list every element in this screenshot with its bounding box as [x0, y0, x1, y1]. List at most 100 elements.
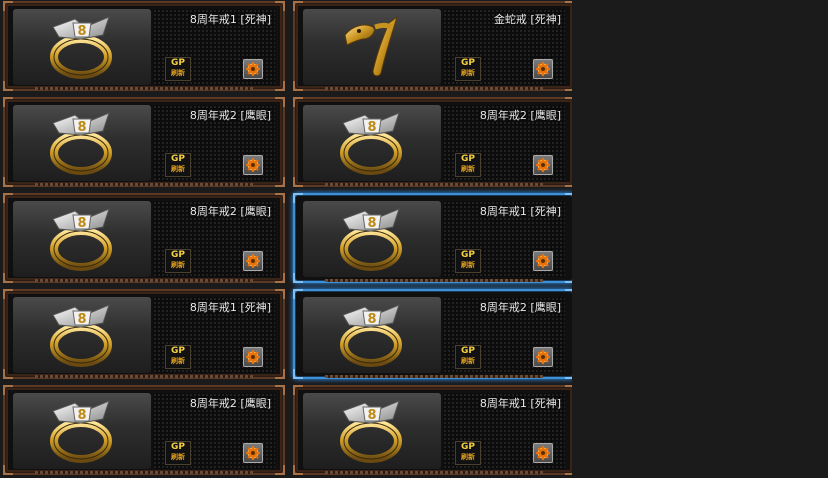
badge-top-label: GP — [171, 442, 185, 452]
item-name: 8周年戒1 [死神] — [479, 205, 561, 218]
item-icon-panel: 8 — [13, 297, 151, 373]
badge-top-label: GP — [461, 154, 475, 164]
item-icon-panel: 8 — [303, 393, 441, 469]
gp-refresh-badge[interactable]: GP 刷新 — [455, 345, 481, 369]
item-card[interactable]: 8 8周年戒2 [鹰眼] GP 刷新 — [3, 97, 285, 187]
gp-refresh-badge[interactable]: GP 刷新 — [165, 249, 191, 273]
item-name: 8周年戒2 [鹰眼] — [189, 397, 271, 410]
item-name: 8周年戒1 [死神] — [479, 397, 561, 410]
badge-bottom-label: 刷新 — [461, 261, 475, 269]
frame-corner — [293, 385, 303, 395]
frame-corner — [565, 81, 572, 91]
badge-bottom-label: 刷新 — [171, 261, 185, 269]
item-icon-panel: 8 — [13, 201, 151, 277]
item-name: 金蛇戒 [死神] — [493, 13, 561, 26]
gear-icon[interactable] — [243, 155, 263, 175]
frame-corner — [275, 273, 285, 283]
item-icon-panel: 8 — [13, 393, 151, 469]
gear-icon[interactable] — [533, 155, 553, 175]
frame-corner — [3, 273, 13, 283]
gp-refresh-badge[interactable]: GP 刷新 — [165, 57, 191, 81]
frame-corner — [293, 1, 303, 11]
frame-rail — [35, 375, 253, 378]
gear-icon[interactable] — [533, 443, 553, 463]
badge-top-label: GP — [461, 442, 475, 452]
item-grid: 8 8周年戒1 [死神] GP 刷新 金蛇戒 [死神] GP 刷新 8 8周年戒… — [0, 0, 572, 478]
badge-bottom-label: 刷新 — [461, 165, 475, 173]
badge-top-label: GP — [171, 154, 185, 164]
item-info-panel: 8周年戒2 [鹰眼] GP 刷新 — [153, 201, 275, 277]
frame-rail — [325, 471, 543, 474]
badge-top-label: GP — [461, 346, 475, 356]
item-icon-panel: 8 — [303, 201, 441, 277]
item-icon-panel: 8 — [303, 105, 441, 181]
item-card[interactable]: 8 8周年戒2 [鹰眼] GP 刷新 — [293, 97, 572, 187]
frame-corner — [293, 81, 303, 91]
gp-refresh-badge[interactable]: GP 刷新 — [165, 441, 191, 465]
gear-icon[interactable] — [533, 347, 553, 367]
frame-corner — [275, 385, 285, 395]
frame-corner — [275, 465, 285, 475]
badge-top-label: GP — [171, 250, 185, 260]
badge-bottom-label: 刷新 — [461, 453, 475, 461]
frame-corner — [565, 177, 572, 187]
item-name: 8周年戒2 [鹰眼] — [479, 301, 561, 314]
gp-refresh-badge[interactable]: GP 刷新 — [455, 153, 481, 177]
badge-top-label: GP — [461, 58, 475, 68]
frame-corner — [565, 193, 572, 203]
frame-corner — [3, 289, 13, 299]
item-card[interactable]: 8 8周年戒1 [死神] GP 刷新 — [3, 1, 285, 91]
svg-text:8: 8 — [77, 216, 86, 231]
item-card[interactable]: 金蛇戒 [死神] GP 刷新 — [293, 1, 572, 91]
frame-corner — [3, 465, 13, 475]
frame-rail — [35, 183, 253, 186]
badge-bottom-label: 刷新 — [171, 453, 185, 461]
item-card[interactable]: 8 8周年戒2 [鹰眼] GP 刷新 — [3, 193, 285, 283]
item-info-panel: 8周年戒1 [死神] GP 刷新 — [443, 393, 565, 469]
frame-corner — [275, 177, 285, 187]
gp-refresh-badge[interactable]: GP 刷新 — [455, 249, 481, 273]
frame-corner — [275, 289, 285, 299]
badge-bottom-label: 刷新 — [171, 69, 185, 77]
gear-icon[interactable] — [243, 347, 263, 367]
item-card[interactable]: 8 8周年戒1 [死神] GP 刷新 — [293, 385, 572, 475]
frame-corner — [3, 385, 13, 395]
frame-rail — [325, 375, 543, 378]
item-card[interactable]: 8 8周年戒1 [死神] GP 刷新 — [3, 289, 285, 379]
item-card[interactable]: 8 8周年戒2 [鹰眼] GP 刷新 — [293, 289, 572, 379]
gp-refresh-badge[interactable]: GP 刷新 — [165, 153, 191, 177]
gp-refresh-badge[interactable]: GP 刷新 — [165, 345, 191, 369]
badge-bottom-label: 刷新 — [461, 69, 475, 77]
item-icon-panel: 8 — [303, 297, 441, 373]
gear-icon[interactable] — [533, 59, 553, 79]
item-info-panel: 8周年戒1 [死神] GP 刷新 — [153, 9, 275, 85]
frame-corner — [293, 289, 303, 299]
item-info-panel: 8周年戒2 [鹰眼] GP 刷新 — [153, 105, 275, 181]
frame-corner — [293, 369, 303, 379]
item-card[interactable]: 8 8周年戒2 [鹰眼] GP 刷新 — [3, 385, 285, 475]
frame-rail — [325, 279, 543, 282]
frame-corner — [275, 369, 285, 379]
item-name: 8周年戒2 [鹰眼] — [189, 109, 271, 122]
gear-icon[interactable] — [533, 251, 553, 271]
frame-corner — [565, 97, 572, 107]
badge-bottom-label: 刷新 — [461, 357, 475, 365]
svg-text:8: 8 — [77, 312, 86, 327]
gp-refresh-badge[interactable]: GP 刷新 — [455, 441, 481, 465]
frame-rail — [325, 87, 543, 90]
svg-text:8: 8 — [367, 120, 376, 135]
svg-text:8: 8 — [367, 312, 376, 327]
item-card[interactable]: 8 8周年戒1 [死神] GP 刷新 — [293, 193, 572, 283]
badge-top-label: GP — [171, 58, 185, 68]
item-icon-panel: 8 — [13, 105, 151, 181]
item-info-panel: 金蛇戒 [死神] GP 刷新 — [443, 9, 565, 85]
gear-icon[interactable] — [243, 443, 263, 463]
frame-corner — [293, 177, 303, 187]
gp-refresh-badge[interactable]: GP 刷新 — [455, 57, 481, 81]
gear-icon[interactable] — [243, 251, 263, 271]
item-info-panel: 8周年戒1 [死神] GP 刷新 — [443, 201, 565, 277]
gear-icon[interactable] — [243, 59, 263, 79]
frame-corner — [293, 465, 303, 475]
frame-corner — [565, 289, 572, 299]
badge-top-label: GP — [461, 250, 475, 260]
